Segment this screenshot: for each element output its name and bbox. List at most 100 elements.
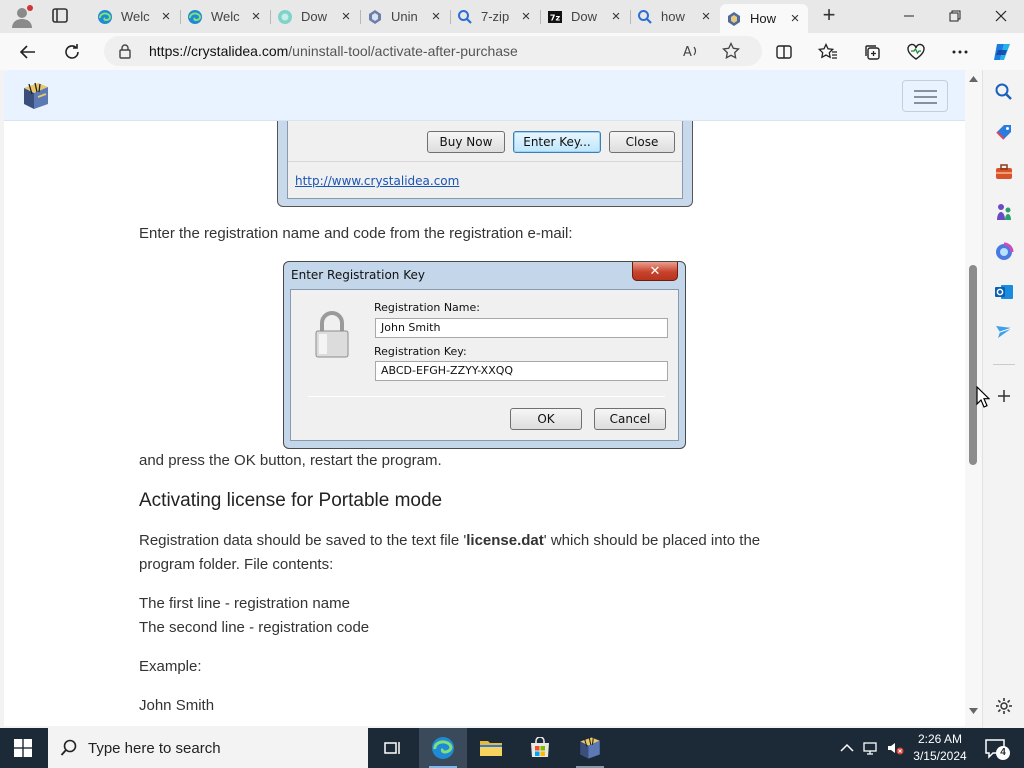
shopping-tag-icon[interactable] — [994, 122, 1014, 142]
minimize-button[interactable] — [886, 0, 932, 32]
tools-briefcase-icon[interactable] — [994, 162, 1014, 182]
browser-toolbar: https://crystalidea.com/uninstall-tool/a… — [0, 33, 1024, 70]
crystalidea-link[interactable]: http://www.crystalidea.com — [295, 174, 459, 188]
microsoft-365-icon[interactable] — [994, 242, 1014, 262]
copilot-button-icon[interactable] — [989, 39, 1015, 65]
network-icon[interactable] — [862, 739, 880, 757]
tab-download-1[interactable]: Dow × — [271, 4, 359, 29]
new-tab-button[interactable]: + — [818, 4, 840, 27]
collections-icon[interactable] — [859, 39, 885, 65]
volume-muted-icon[interactable] — [886, 739, 904, 757]
back-button[interactable] — [15, 39, 41, 65]
cancel-button: Cancel — [594, 408, 666, 430]
settings-gear-icon[interactable] — [994, 696, 1014, 716]
windows-start-icon[interactable] — [14, 739, 32, 757]
clock-time: 2:26 AM — [917, 732, 963, 746]
scroll-up-icon[interactable] — [969, 76, 978, 82]
hamburger-line — [914, 90, 937, 92]
buy-now-button: Buy Now — [427, 131, 505, 153]
tab-welcome-2[interactable]: Welc × — [181, 4, 269, 29]
notification-count-badge: 4 — [996, 746, 1010, 760]
scroll-down-icon[interactable] — [969, 708, 978, 714]
close-tab-icon[interactable]: × — [699, 9, 713, 24]
license-paragraph-line1: Registration data should be saved to the… — [139, 529, 760, 553]
tab-how-active[interactable]: How × — [720, 4, 808, 33]
crystalidea-icon — [726, 11, 742, 27]
task-view-icon[interactable] — [368, 728, 416, 768]
close-tab-icon[interactable]: × — [339, 9, 353, 24]
tab-uninstall[interactable]: Unin × — [361, 4, 449, 29]
taskbar-search-box[interactable]: Type here to search — [48, 728, 368, 768]
send-drop-icon[interactable] — [994, 322, 1014, 342]
tab-7zip-search[interactable]: 7-zip × — [451, 4, 539, 29]
svg-text:A: A — [683, 45, 692, 60]
close-window-button[interactable] — [978, 0, 1024, 32]
menu-toggle-button[interactable] — [902, 80, 948, 112]
copilot-icon — [277, 9, 293, 25]
tab-welcome-1[interactable]: Welc × — [91, 4, 179, 29]
tab-actions-icon[interactable] — [48, 6, 72, 26]
ok-button: OK — [510, 408, 582, 430]
games-chess-icon[interactable] — [994, 202, 1014, 222]
add-icon[interactable] — [994, 386, 1014, 406]
dialog-divider — [288, 161, 682, 162]
enter-key-button: Enter Key... — [513, 131, 601, 153]
chevron-up-icon[interactable] — [838, 739, 856, 757]
license-paragraph-line2: program folder. File contents: — [139, 556, 334, 573]
edge-icon — [187, 9, 203, 25]
search-icon — [60, 739, 78, 762]
tab-title: How — [750, 11, 777, 26]
tab-title: Welc — [211, 9, 240, 24]
address-bar[interactable]: https://crystalidea.com/uninstall-tool/a… — [104, 36, 762, 66]
close-tab-icon[interactable]: × — [159, 9, 173, 24]
edge-taskbar-icon[interactable] — [419, 728, 467, 768]
license-text-b: ' which should be placed into the — [543, 532, 761, 549]
7zip-icon: 7z — [547, 9, 563, 25]
microsoft-store-icon[interactable] — [516, 728, 564, 768]
taskbar-clock[interactable]: 2:26 AM 3/15/2024 — [908, 731, 972, 765]
close-tab-icon[interactable]: × — [788, 11, 802, 26]
close-tab-icon[interactable]: × — [429, 9, 443, 24]
license-filename: license.dat — [466, 532, 544, 549]
more-menu-icon[interactable] — [947, 39, 973, 65]
tab-title: 7-zip — [481, 9, 510, 24]
tab-how-search[interactable]: how × — [631, 4, 719, 29]
favorites-icon[interactable] — [815, 39, 841, 65]
clock-date: 3/15/2024 — [913, 749, 967, 763]
svg-text:7z: 7z — [550, 13, 561, 22]
example-name: John Smith — [139, 697, 215, 714]
outlook-icon[interactable] — [994, 282, 1014, 302]
search-icon[interactable] — [994, 82, 1014, 102]
site-header — [4, 70, 965, 121]
crystalidea-logo[interactable] — [20, 80, 52, 112]
registration-name-label: Registration Name: — [374, 301, 480, 314]
portable-mode-heading: Activating license for Portable mode — [139, 490, 443, 511]
read-aloud-icon[interactable]: A — [682, 42, 700, 60]
lock-icon[interactable] — [118, 44, 132, 64]
close-tab-icon[interactable]: × — [609, 9, 623, 24]
close-tab-icon[interactable]: × — [249, 9, 263, 24]
registration-name-field: John Smith — [375, 318, 668, 338]
file-line-2: The second line - registration code — [139, 619, 370, 636]
tab-title: how — [661, 9, 685, 24]
search-icon — [457, 9, 473, 25]
tab-strip: Welc × Welc × Dow × Unin × 7-zip × 7z Do… — [0, 0, 1024, 33]
dialog-separator — [308, 396, 665, 397]
file-line-1: The first line - registration name — [139, 595, 350, 612]
uninstall-tool-taskbar-icon[interactable] — [566, 728, 614, 768]
tab-download-7zip[interactable]: 7z Dow × — [541, 4, 629, 29]
split-screen-icon[interactable] — [771, 39, 797, 65]
close-tab-icon[interactable]: × — [519, 9, 533, 24]
url-text[interactable]: https://crystalidea.com/uninstall-tool/a… — [149, 43, 518, 59]
restore-button[interactable] — [932, 0, 978, 32]
dialog-close-icon: ✕ — [632, 262, 678, 281]
profile-icon[interactable] — [10, 5, 34, 29]
refresh-button[interactable] — [59, 39, 85, 65]
page-content: Buy Now Enter Key... Close http://www.cr… — [4, 121, 965, 726]
file-explorer-icon[interactable] — [467, 728, 515, 768]
browser-essentials-icon[interactable] — [903, 39, 929, 65]
scrollbar-thumb[interactable] — [969, 265, 977, 465]
favorite-star-icon[interactable] — [722, 41, 740, 60]
edge-icon — [97, 9, 113, 25]
registration-key-field: ABCD-EFGH-ZZYY-XXQQ — [375, 361, 668, 381]
